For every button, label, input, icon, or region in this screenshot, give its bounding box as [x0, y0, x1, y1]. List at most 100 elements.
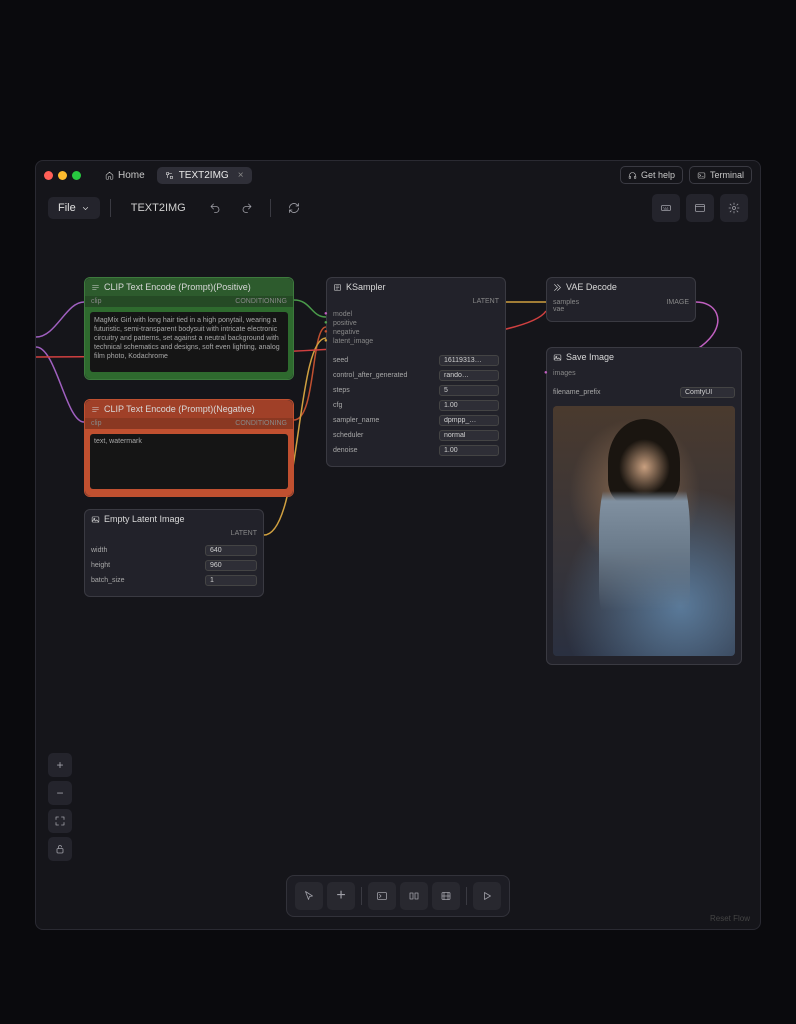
- refresh-button[interactable]: [281, 195, 307, 221]
- app-window: Home TEXT2IMG × Get help Terminal File: [35, 160, 761, 930]
- prompt-input-positive[interactable]: [90, 312, 288, 372]
- media-button[interactable]: [432, 882, 460, 910]
- control-input[interactable]: [439, 370, 499, 381]
- node-save-image[interactable]: Save Image images filename_prefix: [546, 347, 742, 665]
- play-icon: [481, 890, 493, 902]
- titlebar: Home TEXT2IMG × Get help Terminal: [36, 161, 760, 189]
- tab-workflow-active[interactable]: TEXT2IMG ×: [157, 167, 252, 184]
- run-button[interactable]: [473, 882, 501, 910]
- node-header[interactable]: KSampler: [327, 278, 505, 296]
- terminal-button[interactable]: Terminal: [689, 166, 752, 184]
- node-title: CLIP Text Encode (Prompt)(Negative): [104, 404, 255, 414]
- get-help-button[interactable]: Get help: [620, 166, 683, 184]
- workflow-title: TEXT2IMG: [121, 197, 196, 219]
- plus-icon: +: [336, 887, 345, 905]
- image-icon: [91, 515, 100, 524]
- node-title: CLIP Text Encode (Prompt)(Positive): [104, 282, 251, 292]
- input-port[interactable]: model: [333, 310, 499, 319]
- output-port-label: CONDITIONING: [235, 298, 287, 305]
- gear-icon: [728, 202, 740, 214]
- node-header[interactable]: VAE Decode: [547, 278, 695, 296]
- input-port[interactable]: negative: [333, 328, 499, 337]
- input-port-label: clip: [91, 420, 102, 427]
- tab-bar: Home TEXT2IMG ×: [97, 167, 252, 184]
- undo-button[interactable]: [202, 195, 228, 221]
- redo-button[interactable]: [234, 195, 260, 221]
- node-title: VAE Decode: [566, 282, 617, 292]
- plus-icon: +: [56, 758, 63, 772]
- param-label: sampler_name: [333, 417, 379, 424]
- node-header[interactable]: CLIP Text Encode (Prompt)(Negative): [85, 400, 293, 418]
- batch-input[interactable]: [205, 575, 257, 586]
- fullscreen-icon: [54, 815, 66, 827]
- close-window-icon[interactable]: [44, 171, 53, 180]
- denoise-input[interactable]: [439, 445, 499, 456]
- output-image-preview[interactable]: [553, 406, 735, 656]
- keyboard-icon: [660, 202, 672, 214]
- headphones-icon: [628, 171, 637, 180]
- add-node-button[interactable]: +: [327, 882, 355, 910]
- zoom-out-button[interactable]: −: [48, 781, 72, 805]
- node-header[interactable]: CLIP Text Encode (Prompt)(Positive): [85, 278, 293, 296]
- cursor-icon: [303, 890, 315, 902]
- maximize-window-icon[interactable]: [72, 171, 81, 180]
- lock-button[interactable]: [48, 837, 72, 861]
- width-input[interactable]: [205, 545, 257, 556]
- tab-workflow-label: TEXT2IMG: [179, 170, 229, 181]
- output-port-label: LATENT: [473, 298, 499, 305]
- close-tab-icon[interactable]: ×: [238, 170, 244, 181]
- param-label: steps: [333, 387, 350, 394]
- file-label: File: [58, 202, 76, 214]
- param-label: cfg: [333, 402, 342, 409]
- output-port-label: LATENT: [231, 530, 257, 537]
- window-controls: [44, 171, 81, 180]
- input-port[interactable]: latent_image: [333, 337, 499, 346]
- output-port-label: CONDITIONING: [235, 420, 287, 427]
- terminal-icon: [697, 171, 706, 180]
- node-title: Empty Latent Image: [104, 514, 185, 524]
- node-clip-positive[interactable]: CLIP Text Encode (Prompt)(Positive) clip…: [84, 277, 294, 380]
- minimize-window-icon[interactable]: [58, 171, 67, 180]
- layout-button[interactable]: [400, 882, 428, 910]
- tab-home[interactable]: Home: [97, 167, 153, 184]
- keyboard-button[interactable]: [652, 194, 680, 222]
- redo-icon: [241, 202, 253, 214]
- settings-button[interactable]: [720, 194, 748, 222]
- scheduler-input[interactable]: [439, 430, 499, 441]
- node-header[interactable]: Save Image: [547, 348, 741, 366]
- home-icon: [105, 171, 114, 180]
- cursor-tool-button[interactable]: [295, 882, 323, 910]
- input-port[interactable]: positive: [333, 319, 499, 328]
- node-vae-decode[interactable]: VAE Decode samples vae IMAGE: [546, 277, 696, 322]
- node-header[interactable]: Empty Latent Image: [85, 510, 263, 528]
- filename-prefix-input[interactable]: [680, 387, 735, 398]
- param-label: width: [91, 547, 107, 554]
- file-menu-button[interactable]: File: [48, 197, 100, 219]
- input-port[interactable]: images: [553, 369, 735, 378]
- input-port[interactable]: vae: [553, 306, 579, 313]
- sampler-input[interactable]: [439, 415, 499, 426]
- input-port[interactable]: samples: [553, 299, 579, 306]
- reset-flow-link[interactable]: Reset Flow: [710, 914, 750, 923]
- input-port-label: clip: [91, 298, 102, 305]
- seed-input[interactable]: [439, 355, 499, 366]
- text-icon: [91, 283, 100, 292]
- code-button[interactable]: [368, 882, 396, 910]
- decode-icon: [553, 283, 562, 292]
- param-label: height: [91, 562, 110, 569]
- fit-view-button[interactable]: [48, 809, 72, 833]
- panel-button[interactable]: [686, 194, 714, 222]
- prompt-input-negative[interactable]: [90, 434, 288, 489]
- divider: [466, 887, 467, 905]
- cfg-input[interactable]: [439, 400, 499, 411]
- zoom-in-button[interactable]: +: [48, 753, 72, 777]
- param-label: filename_prefix: [553, 389, 600, 396]
- main-toolbar: File TEXT2IMG: [36, 189, 760, 227]
- param-label: scheduler: [333, 432, 363, 439]
- node-canvas[interactable]: CLIP Text Encode (Prompt)(Positive) clip…: [36, 227, 760, 873]
- steps-input[interactable]: [439, 385, 499, 396]
- node-ksampler[interactable]: KSampler LATENT model positive negative …: [326, 277, 506, 467]
- node-empty-latent[interactable]: Empty Latent Image LATENT width height b…: [84, 509, 264, 597]
- height-input[interactable]: [205, 560, 257, 571]
- node-clip-negative[interactable]: CLIP Text Encode (Prompt)(Negative) clip…: [84, 399, 294, 497]
